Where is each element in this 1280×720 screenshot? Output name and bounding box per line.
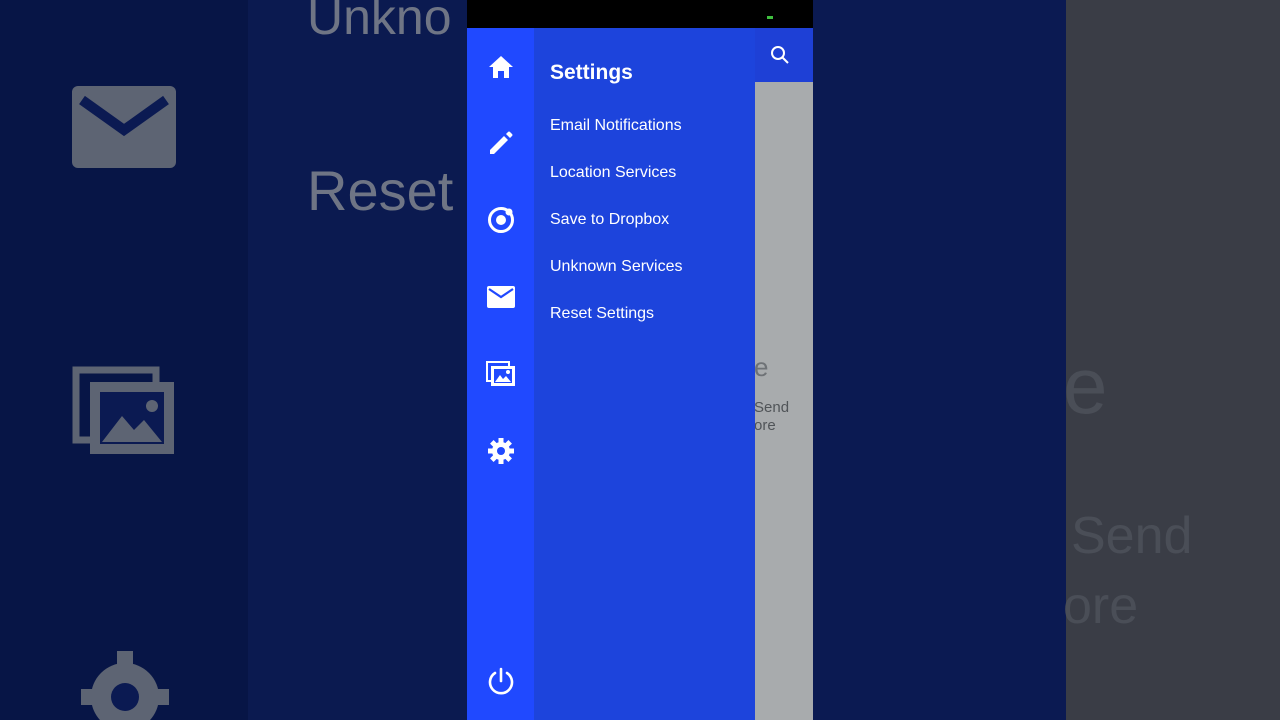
mail-icon [487,286,515,308]
rail-edit-button[interactable] [485,127,517,159]
menu-item-reset-settings[interactable]: Reset Settings [550,305,654,323]
power-icon [488,667,514,695]
background-right: e Send ore [813,0,1280,720]
gear-icon [488,438,514,464]
background-text-reset: Reset [307,159,454,222]
rail-home-button[interactable] [485,51,517,83]
rail-images-button[interactable] [485,358,517,390]
background-right-heading: e [1063,341,1108,430]
background-right-line1: Send [1071,507,1193,565]
background-gear-icon [81,651,169,720]
search-button[interactable] [767,42,793,68]
content-heading-fragment: e [754,352,769,382]
settings-menu: Settings Email Notifications Location Se… [534,28,755,720]
status-bar [467,0,813,28]
background-left: Unkno Reset [0,0,467,720]
status-indicator [767,16,773,19]
search-icon [771,46,789,64]
pencil-icon [490,131,513,154]
menu-item-email-notifications[interactable]: Email Notifications [550,117,682,135]
content-body-fragment: Send ore [754,399,789,435]
background-images-icon [72,366,174,454]
content-body-line1: Send [754,399,790,416]
rail-mail-button[interactable] [485,281,517,313]
background-text-top: Unkno [307,0,452,45]
content-body-line2: ore [754,417,776,434]
menu-title: Settings [550,61,633,84]
side-rail [467,28,534,720]
background-mail-icon [72,86,176,168]
phone-screen: e Send ore Settings Email Notifications … [467,0,813,720]
images-icon [486,361,515,386]
background-right-line2: ore [1063,577,1139,635]
home-icon [489,56,513,78]
background-mid-strip [248,0,467,720]
rail-ionic-button[interactable] [485,204,517,236]
ionic-icon [488,207,514,233]
menu-item-location-services[interactable]: Location Services [550,164,676,182]
menu-item-unknown-services[interactable]: Unknown Services [550,258,683,276]
rail-power-button[interactable] [485,666,517,698]
rail-settings-button[interactable] [485,435,517,467]
menu-item-save-to-dropbox[interactable]: Save to Dropbox [550,211,669,229]
